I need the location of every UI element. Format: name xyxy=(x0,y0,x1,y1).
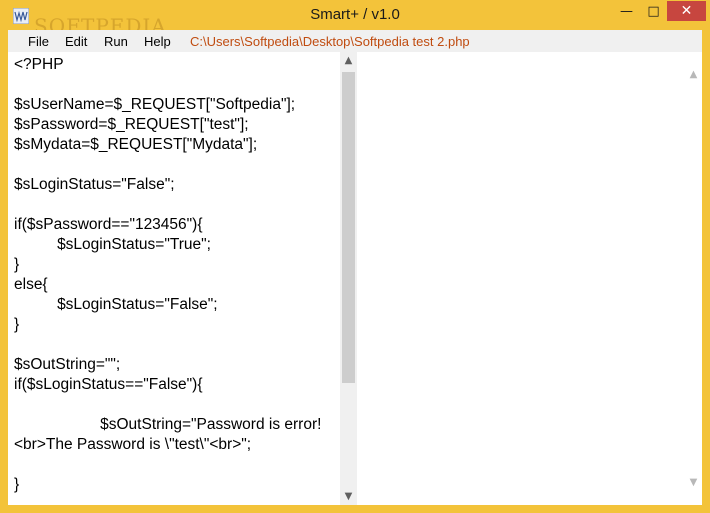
output-pane xyxy=(360,52,685,505)
title-bar[interactable]: SOFTPEDIA Smart+ / v1.0 — □ ✕ xyxy=(0,0,710,38)
output-scroll-up-icon[interactable]: ▲ xyxy=(685,66,702,83)
menu-bar: File Edit Run Help C:\Users\Softpedia\De… xyxy=(8,30,702,52)
scroll-down-arrow-icon[interactable]: ▼ xyxy=(340,488,357,505)
code-editor[interactable]: <?PHP $sUserName=$_REQUEST["Softpedia"];… xyxy=(8,52,340,505)
app-window: SOFTPEDIA Smart+ / v1.0 — □ ✕ File Edit … xyxy=(0,0,710,513)
scroll-thumb[interactable] xyxy=(342,72,355,383)
output-scroll-down-icon[interactable]: ▼ xyxy=(685,474,702,491)
minimize-button[interactable]: — xyxy=(613,1,640,21)
menu-run[interactable]: Run xyxy=(104,34,128,49)
menu-help[interactable]: Help xyxy=(144,34,171,49)
output-scrollbar[interactable]: ▲ ▼ xyxy=(685,52,702,505)
maximize-button[interactable]: □ xyxy=(640,1,667,21)
file-path-label: C:\Users\Softpedia\Desktop\Softpedia tes… xyxy=(190,34,470,49)
window-title: Smart+ / v1.0 xyxy=(310,6,400,23)
editor-scrollbar[interactable]: ▲ ▼ xyxy=(340,52,357,505)
code-text[interactable]: <?PHP $sUserName=$_REQUEST["Softpedia"];… xyxy=(14,55,321,495)
close-button[interactable]: ✕ xyxy=(667,1,706,21)
menu-edit[interactable]: Edit xyxy=(65,34,87,49)
client-area: <?PHP $sUserName=$_REQUEST["Softpedia"];… xyxy=(8,52,702,505)
scroll-up-arrow-icon[interactable]: ▲ xyxy=(340,52,357,69)
menu-file[interactable]: File xyxy=(28,34,49,49)
